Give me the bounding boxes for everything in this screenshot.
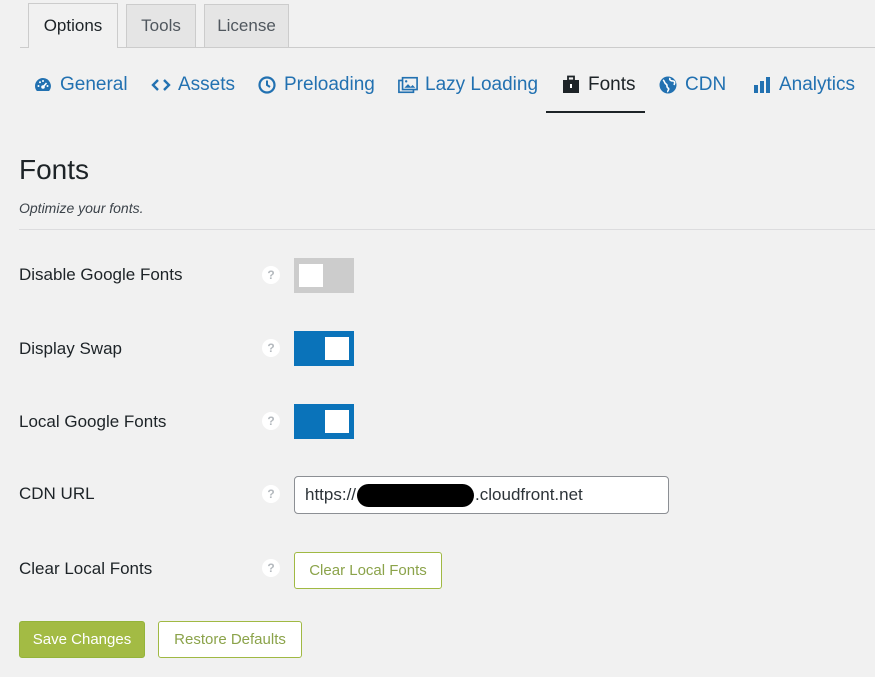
nav-fonts[interactable]: Fonts bbox=[561, 70, 636, 100]
nav-analytics[interactable]: Analytics bbox=[752, 70, 855, 100]
cdn-url-suffix: .cloudfront.net bbox=[475, 485, 583, 504]
briefcase-icon bbox=[561, 75, 581, 95]
local-google-fonts-label: Local Google Fonts bbox=[19, 412, 167, 431]
globe-icon bbox=[658, 75, 678, 95]
tab-tools[interactable]: Tools bbox=[126, 4, 196, 47]
redacted-block bbox=[357, 484, 475, 508]
disable-google-fonts-toggle[interactable] bbox=[294, 258, 354, 293]
nav-label: General bbox=[60, 74, 128, 95]
local-google-fonts-toggle[interactable] bbox=[294, 404, 354, 439]
nav-label: Assets bbox=[178, 74, 236, 95]
code-brackets-icon bbox=[151, 75, 171, 95]
nav-assets[interactable]: Assets bbox=[151, 70, 235, 100]
top-tab-bar: Options Tools License bbox=[0, 0, 875, 48]
tab-license[interactable]: License bbox=[204, 4, 289, 47]
clear-local-fonts-button[interactable]: Clear Local Fonts bbox=[294, 552, 442, 589]
help-icon[interactable]: ? bbox=[262, 559, 280, 577]
display-swap-label: Display Swap bbox=[19, 339, 122, 358]
section-nav: General Assets Preloading Lazy Loading F… bbox=[0, 60, 875, 114]
nav-cdn[interactable]: CDN bbox=[658, 70, 726, 100]
section-divider bbox=[19, 229, 875, 230]
cdn-url-input[interactable]: https:// .cloudfront.net bbox=[294, 476, 669, 514]
nav-preloading[interactable]: Preloading bbox=[257, 70, 375, 100]
clear-local-fonts-label: Clear Local Fonts bbox=[19, 559, 153, 578]
toggle-knob bbox=[299, 264, 323, 287]
nav-general[interactable]: General bbox=[33, 70, 128, 100]
nav-label: Preloading bbox=[284, 74, 375, 95]
cdn-url-label: CDN URL bbox=[19, 484, 95, 503]
save-changes-button[interactable]: Save Changes bbox=[19, 621, 145, 658]
tab-bar-divider bbox=[20, 47, 875, 48]
nav-label: Lazy Loading bbox=[425, 74, 539, 95]
tab-options[interactable]: Options bbox=[28, 3, 118, 48]
cdn-url-prefix: https:// bbox=[305, 485, 357, 504]
nav-label: Fonts bbox=[588, 74, 636, 95]
nav-label: CDN bbox=[685, 74, 727, 95]
images-icon bbox=[398, 75, 418, 95]
nav-lazy-loading[interactable]: Lazy Loading bbox=[398, 70, 538, 100]
page-title: Fonts bbox=[19, 154, 90, 185]
page-description: Optimize your fonts. bbox=[19, 200, 144, 216]
help-icon[interactable]: ? bbox=[262, 412, 280, 430]
clock-icon bbox=[257, 75, 277, 95]
restore-defaults-button[interactable]: Restore Defaults bbox=[158, 621, 302, 658]
help-icon[interactable]: ? bbox=[262, 485, 280, 503]
active-nav-indicator bbox=[546, 111, 645, 113]
help-icon[interactable]: ? bbox=[262, 266, 280, 284]
toggle-knob bbox=[325, 337, 349, 360]
bar-chart-icon bbox=[752, 75, 772, 95]
display-swap-toggle[interactable] bbox=[294, 331, 354, 366]
nav-label: Analytics bbox=[779, 74, 856, 95]
dashboard-icon bbox=[33, 75, 53, 95]
toggle-knob bbox=[325, 410, 349, 433]
help-icon[interactable]: ? bbox=[262, 339, 280, 357]
disable-google-fonts-label: Disable Google Fonts bbox=[19, 265, 183, 284]
